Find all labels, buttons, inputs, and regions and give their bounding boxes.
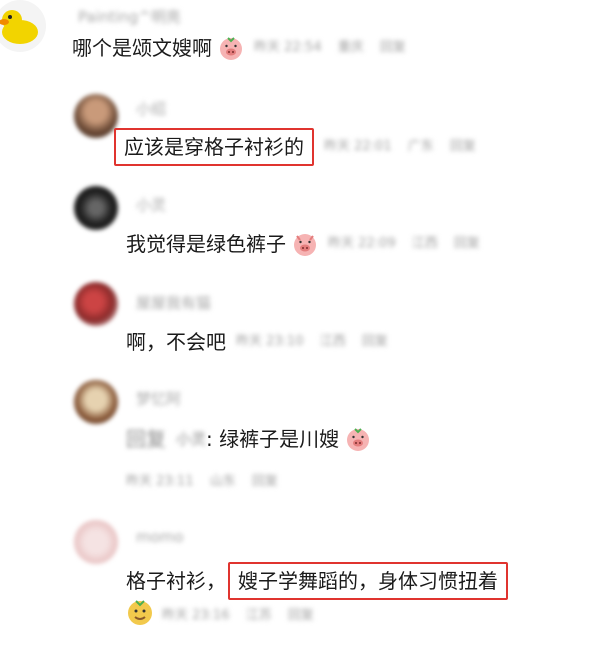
reply-button[interactable]: 回复 [380, 40, 406, 55]
username[interactable]: 小绍 [136, 98, 166, 119]
comment-location: 江西 [319, 334, 346, 349]
comment-time: 昨天 22:09 [328, 236, 396, 251]
reply-button[interactable]: 回复 [252, 474, 278, 489]
username[interactable]: 屋屋我有猫 [136, 292, 211, 313]
reply-button[interactable]: 回复 [288, 608, 314, 623]
comment-text-row: 回复 小灵 : 绿裤子是川嫂 [126, 425, 371, 453]
pig-emoji-icon [345, 426, 371, 452]
comment-text: 哪个是颂文嫂啊 [72, 36, 212, 60]
comment-text: 我觉得是绿色裤子 [126, 232, 286, 256]
comment-text-row: 格子衬衫， 嫂子学舞蹈的，身体习惯扭着 [126, 562, 508, 600]
comment-time: 昨天 22:01 [324, 139, 392, 154]
username[interactable]: Painting^明亮 [78, 6, 181, 27]
comment-text-row: 啊，不会吧 昨天 23:10 江西 回复 [126, 328, 400, 356]
comment-text-row: 应该是穿格子衬衫的 昨天 22:01 广东 回复 [114, 128, 488, 166]
comment-text: 啊，不会吧 [126, 330, 226, 354]
reply-button[interactable]: 回复 [454, 236, 480, 251]
highlight-box: 应该是穿格子衬衫的 [114, 128, 314, 166]
comment-text-row: 哪个是颂文嫂啊 昨天 22:54 重庆 回复 [72, 34, 418, 62]
reply-prefix: 回复 [126, 427, 166, 451]
face-emoji-icon [126, 598, 154, 626]
comment-time: 昨天 22:54 [254, 40, 322, 55]
comment-location: 重庆 [337, 40, 364, 55]
username[interactable]: momo [136, 528, 184, 546]
comment-location: 山东 [209, 474, 236, 489]
pig-emoji-icon [218, 35, 244, 61]
comment-text-row: 我觉得是绿色裤子 昨天 22:09 江西 回复 [126, 230, 492, 258]
duck-avatar-icon[interactable] [0, 0, 48, 54]
comment-location: 广东 [407, 139, 434, 154]
comment-meta: 昨天 23:10 江西 回复 [236, 328, 400, 356]
highlight-box: 嫂子学舞蹈的，身体习惯扭着 [228, 562, 508, 600]
comment-text: : 绿裤子是川嫂 [206, 427, 340, 451]
comment-meta: 昨天 23:11 山东 回复 [126, 470, 290, 489]
comment-text-plain: 格子衬衫， [126, 569, 226, 593]
pig-emoji-icon [292, 231, 318, 257]
reply-to-user[interactable]: 小灵 [176, 425, 206, 453]
comment-text-highlight: 嫂子学舞蹈的，身体习惯扭着 [238, 569, 498, 593]
comment-time: 昨天 23:11 [126, 474, 194, 489]
avatar[interactable] [74, 520, 118, 564]
comment-meta: 昨天 22:54 重庆 回复 [254, 34, 418, 62]
username[interactable]: 梦忆阿 [136, 388, 181, 409]
avatar[interactable] [74, 282, 118, 326]
reply-button[interactable]: 回复 [362, 334, 388, 349]
comment-time: 昨天 23:10 [236, 334, 304, 349]
comment-meta: 昨天 23:16 江苏 回复 [162, 604, 326, 623]
avatar[interactable] [74, 186, 118, 230]
avatar[interactable] [74, 94, 118, 138]
comment-meta: 昨天 22:09 江西 回复 [328, 230, 492, 258]
username[interactable]: 小灵 [136, 194, 166, 215]
avatar[interactable] [74, 380, 118, 424]
comment-time: 昨天 23:16 [162, 608, 230, 623]
reply-button[interactable]: 回复 [450, 139, 476, 154]
comment-text: 应该是穿格子衬衫的 [124, 135, 304, 159]
comment-location: 江西 [411, 236, 438, 251]
comment-location: 江苏 [245, 608, 272, 623]
comment-meta: 昨天 22:01 广东 回复 [324, 133, 488, 161]
